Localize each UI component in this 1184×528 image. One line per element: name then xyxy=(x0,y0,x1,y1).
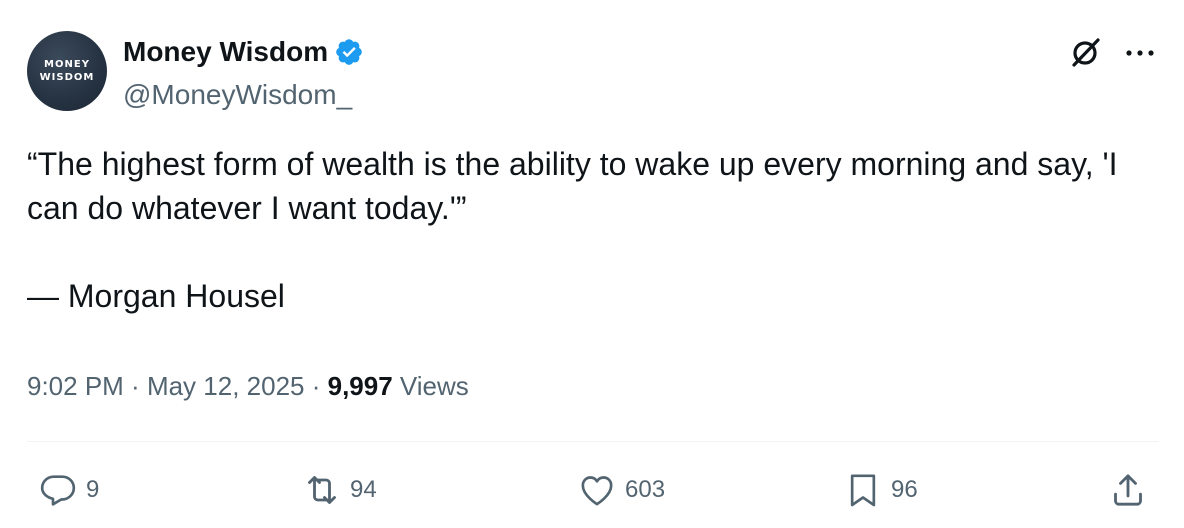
views-count[interactable]: 9,997 xyxy=(328,371,393,401)
grok-button[interactable] xyxy=(1066,34,1106,74)
share-icon xyxy=(1108,470,1148,510)
reply-icon xyxy=(38,470,78,510)
meta-separator: · xyxy=(304,371,328,401)
tweet-card: MONEY WISDOM Money Wisdom @MoneyWisdom_ xyxy=(0,0,1184,528)
like-count: 603 xyxy=(625,476,666,503)
author-name[interactable]: Money Wisdom xyxy=(123,35,364,69)
verified-badge-icon[interactable] xyxy=(334,37,364,67)
display-name[interactable]: Money Wisdom xyxy=(123,35,328,69)
avatar-text-line2: WISDOM xyxy=(39,72,95,83)
share-button[interactable] xyxy=(1108,470,1148,510)
divider xyxy=(27,441,1159,442)
retweet-button[interactable]: 94 xyxy=(302,470,377,510)
retweet-count: 94 xyxy=(350,476,377,503)
more-options-icon xyxy=(1124,45,1156,63)
more-options-button[interactable] xyxy=(1120,34,1160,74)
views-label: Views xyxy=(392,371,469,401)
heart-icon xyxy=(577,470,617,510)
reply-count: 9 xyxy=(86,476,100,503)
bookmark-icon xyxy=(843,470,883,510)
tweet-quote: “The highest form of wealth is the abili… xyxy=(27,146,1118,226)
bookmark-count: 96 xyxy=(891,476,918,503)
retweet-icon xyxy=(302,470,342,510)
reply-button[interactable]: 9 xyxy=(38,470,99,510)
tweet-date[interactable]: May 12, 2025 xyxy=(147,371,305,401)
bookmark-button[interactable]: 96 xyxy=(843,470,918,510)
like-button[interactable]: 603 xyxy=(577,470,665,510)
tweet-time[interactable]: 9:02 PM xyxy=(27,371,124,401)
avatar-text-line1: MONEY xyxy=(44,59,90,70)
meta-separator: · xyxy=(123,371,147,401)
tweet-attribution: — Morgan Housel xyxy=(27,278,285,314)
grok-icon xyxy=(1068,34,1104,75)
tweet-metadata: 9:02 PM · May 12, 2025 · 9,997 Views xyxy=(27,368,469,404)
tweet-text: “The highest form of wealth is the abili… xyxy=(27,142,1157,318)
avatar[interactable]: MONEY WISDOM xyxy=(27,31,107,111)
user-handle[interactable]: @MoneyWisdom_ xyxy=(123,78,352,112)
